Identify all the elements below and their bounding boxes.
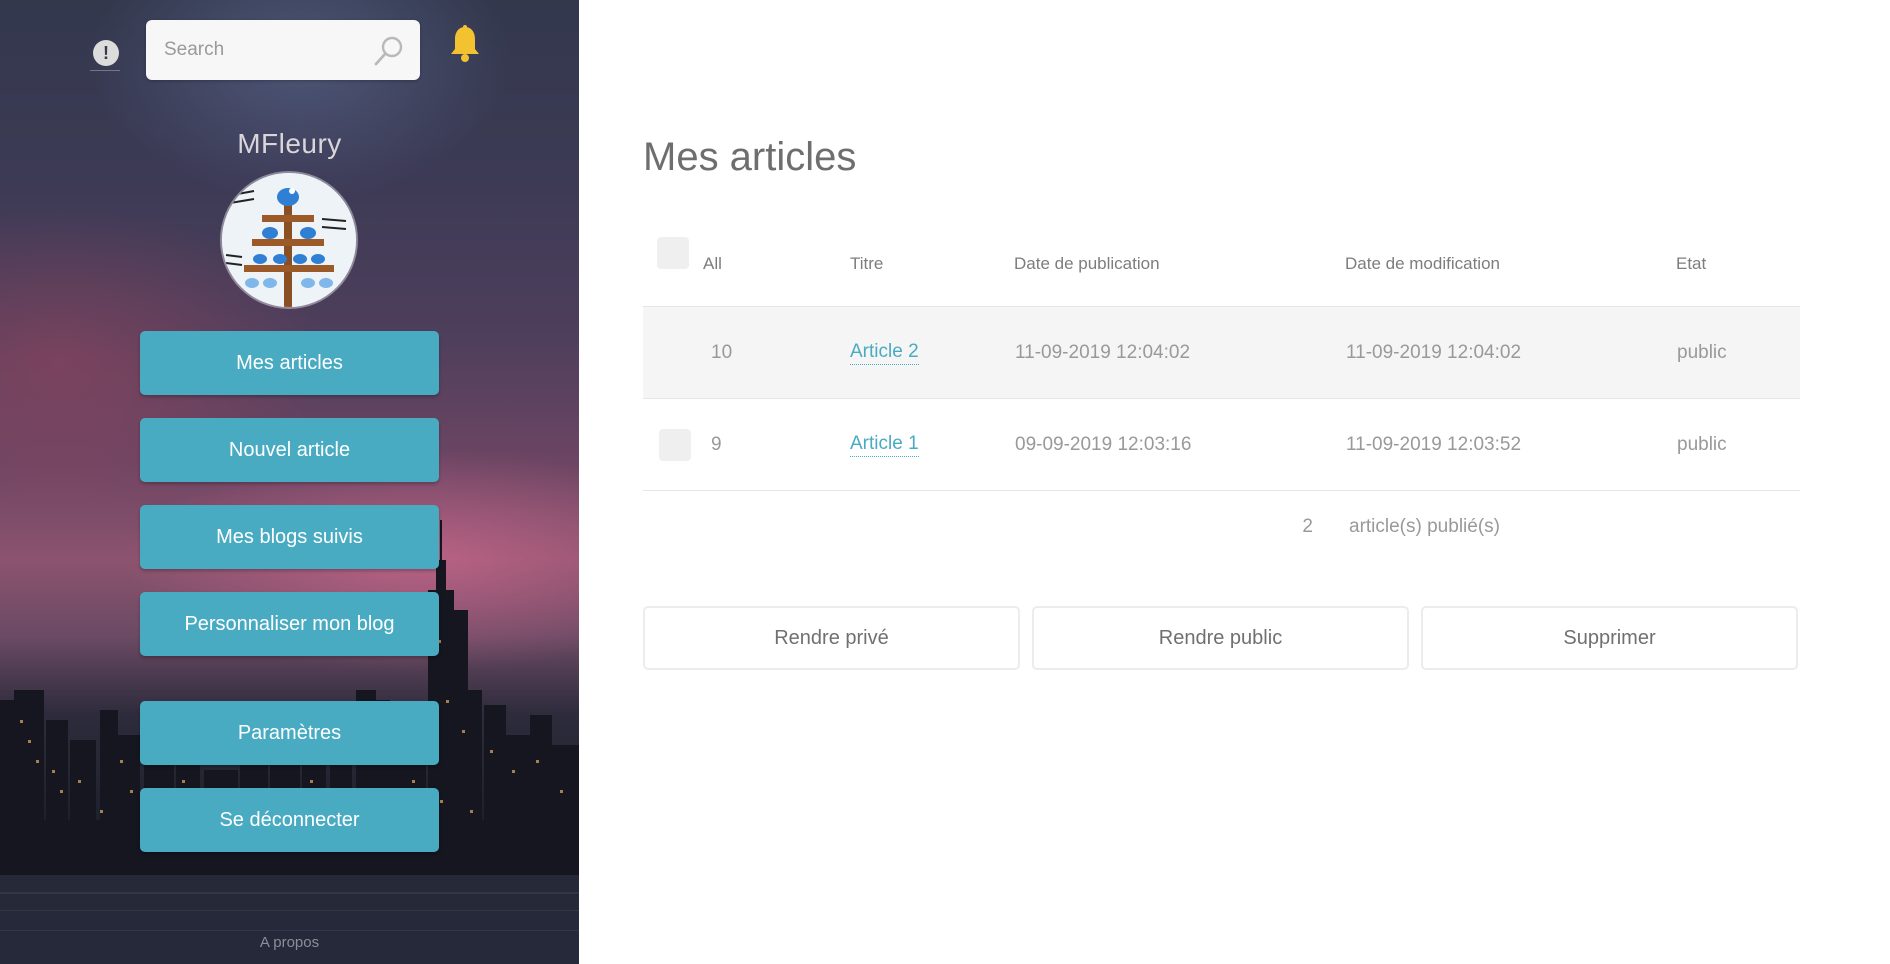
table-header: All Titre Date de publication Date de mo… <box>643 220 1800 307</box>
column-header-state[interactable]: Etat <box>1676 220 1706 307</box>
article-state: public <box>1677 342 1727 363</box>
table-row[interactable]: 9 Article 1 09-09-2019 12:03:16 11-09-20… <box>643 399 1800 491</box>
nav-my-articles-button[interactable]: Mes articles <box>140 331 439 395</box>
column-header-publication-date[interactable]: Date de publication <box>1014 220 1160 307</box>
avatar[interactable] <box>222 173 356 307</box>
search-box <box>146 20 420 80</box>
search-icon[interactable] <box>372 34 406 68</box>
article-modification-date: 11-09-2019 12:03:52 <box>1346 434 1522 455</box>
nav-customize-blog-button[interactable]: Personnaliser mon blog <box>140 592 439 656</box>
column-header-all: All <box>703 253 722 273</box>
nav-new-article-button[interactable]: Nouvel article <box>140 418 439 482</box>
make-public-button[interactable]: Rendre public <box>1032 606 1409 670</box>
table-summary: 2 article(s) publié(s) <box>643 491 1800 563</box>
published-count: 2 <box>1302 516 1313 537</box>
main-content: Mes articles All Titre Date de publicati… <box>579 0 1890 964</box>
make-private-button[interactable]: Rendre privé <box>643 606 1020 670</box>
row-checkbox[interactable] <box>659 429 691 461</box>
search-input[interactable] <box>146 20 366 80</box>
article-id: 10 <box>711 342 733 363</box>
article-publication-date: 11-09-2019 12:04:02 <box>1015 342 1191 363</box>
articles-table: All Titre Date de publication Date de mo… <box>643 220 1800 563</box>
alert-icon[interactable]: ! <box>93 40 119 66</box>
article-modification-date: 11-09-2019 12:04:02 <box>1346 342 1522 363</box>
bell-icon[interactable] <box>448 24 482 64</box>
article-publication-date: 09-09-2019 12:03:16 <box>1015 434 1192 455</box>
nav-settings-button[interactable]: Paramètres <box>140 701 439 765</box>
column-header-title[interactable]: Titre <box>850 220 883 307</box>
delete-button[interactable]: Supprimer <box>1421 606 1798 670</box>
username: MFleury <box>237 128 342 159</box>
nav-logout-button[interactable]: Se déconnecter <box>140 788 439 852</box>
nav-followed-blogs-button[interactable]: Mes blogs suivis <box>140 505 439 569</box>
row-checkbox[interactable] <box>659 337 691 369</box>
sidebar: ! MFleury <box>0 0 579 964</box>
avatar-image <box>222 173 356 307</box>
table-row[interactable]: 10 Article 2 11-09-2019 12:04:02 11-09-2… <box>643 307 1800 399</box>
article-title-link[interactable]: Article 2 <box>850 341 919 365</box>
column-header-modification-date[interactable]: Date de modification <box>1345 220 1500 307</box>
select-all-checkbox[interactable] <box>657 237 689 269</box>
published-count-label: article(s) publié(s) <box>1349 516 1500 537</box>
about-link[interactable]: A propos <box>0 934 579 951</box>
article-state: public <box>1677 434 1727 455</box>
alert-underline <box>90 70 120 71</box>
article-title-link[interactable]: Article 1 <box>850 433 919 457</box>
article-id: 9 <box>711 434 722 455</box>
page-title: Mes articles <box>643 135 857 179</box>
